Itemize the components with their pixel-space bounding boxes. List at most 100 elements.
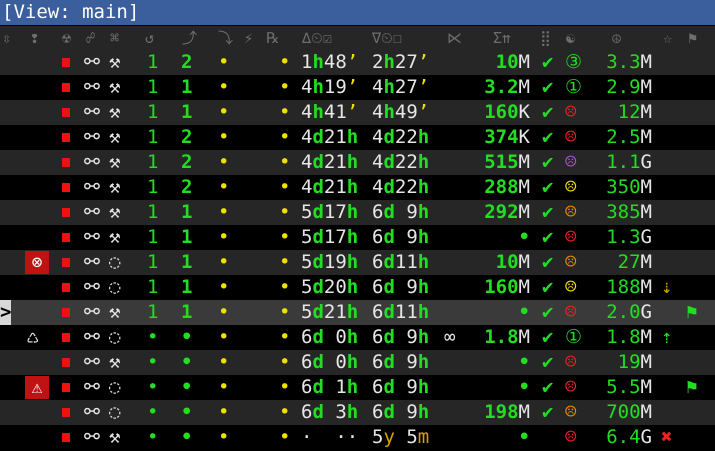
check-icon: ✔ xyxy=(542,76,554,98)
torrent-row[interactable]: ⚯ ◌ 1 1 • • 5d20h 6d 9h 160M ✔ ☹ 188M ⇣ xyxy=(0,275,715,300)
status-face-icon: ☹ xyxy=(565,401,577,423)
status-face-icon: ☹ xyxy=(565,151,577,173)
total-size: 350M xyxy=(606,176,652,198)
time-total: 2h27’ xyxy=(372,51,430,73)
hammer-pick-icon: ⚒ xyxy=(109,201,121,223)
status-face-icon: ☹ xyxy=(565,101,577,123)
header-star-col[interactable]: ☆ xyxy=(663,26,672,50)
header-ratio-col[interactable]: ⋉ xyxy=(447,26,462,50)
time-elapsed: 5d21h xyxy=(301,301,359,323)
header-alert-col[interactable]: ❢ xyxy=(30,26,39,50)
time-elapsed: · ·· xyxy=(301,426,359,448)
header-rx-col[interactable]: ℞ xyxy=(266,26,279,50)
torrent-row[interactable]: ⚯ ⚒ 1 2 • • 1h48’ 2h27’ 10M ✔ ③ 3.3M xyxy=(0,50,715,75)
peers-dot: • xyxy=(218,201,230,223)
stop-indicator-icon xyxy=(62,183,70,192)
torrent-row[interactable]: > ⚯ ⚒ 1 1 • • 5d21h 6d11h • ✔ ☹ 2.0G ⚑ xyxy=(0,300,715,325)
header-power-col[interactable]: ⚡ xyxy=(244,26,253,50)
status-face-icon: ☹ xyxy=(565,226,577,248)
upload-slots: 1 xyxy=(147,226,159,248)
header-time-done-col[interactable]: ∆⏲☑ xyxy=(302,26,332,50)
torrent-row[interactable]: ⚯ ⚒ 1 1 • • 4h19’ 4h27’ 3.2M ✔ ① 2.9M xyxy=(0,75,715,100)
header-radiation-col[interactable]: ☢ xyxy=(62,26,71,50)
header-recheck-col[interactable]: ↺ xyxy=(145,26,154,50)
status-face-icon: ③ xyxy=(565,51,583,73)
seeds-dot: • xyxy=(279,351,291,373)
header-link-col[interactable]: ☍ xyxy=(86,26,95,50)
link-icon: ⚯ xyxy=(84,301,100,323)
time-total: 5y 5m xyxy=(372,426,430,448)
status-face-icon: ☹ xyxy=(565,251,577,273)
hammer-pick-icon: ⚒ xyxy=(109,51,121,73)
header-command-col[interactable]: ⌘ xyxy=(110,26,119,50)
upload-slots: 1 xyxy=(147,51,159,73)
torrent-row[interactable]: ⚯ ⚒ 1 1 • • 4h41’ 4h49’ 160K ✔ ☹ 12M xyxy=(0,100,715,125)
total-size: 1.8M xyxy=(606,326,652,348)
stop-indicator-icon xyxy=(62,133,70,142)
status-face-icon: ☹ xyxy=(565,376,577,398)
status-face-icon: ☹ xyxy=(565,201,577,223)
header-peace-col[interactable]: ☮ xyxy=(612,26,621,50)
header-time-todo-col[interactable]: ∇⏲☐ xyxy=(372,26,402,50)
peers-dot: • xyxy=(218,376,230,398)
torrent-row[interactable]: ⚯ ⚒ 1 2 • • 4d21h 4d22h 374K ✔ ☹ 2.5M xyxy=(0,125,715,150)
status-face-icon: ☹ xyxy=(565,176,577,198)
seeds-dot: • xyxy=(279,426,291,448)
link-icon: ⚯ xyxy=(84,401,100,423)
torrent-row[interactable]: ⚠ ⚯ ◌ • • • • 6d 1h 6d 9h • ✔ ☹ 5.5M ⚑ xyxy=(0,375,715,400)
down-arrow-icon: ⇣ xyxy=(661,276,673,298)
header-balance-col[interactable]: ☯ xyxy=(566,26,575,50)
torrent-row[interactable]: ⚯ ⚒ • • • • 6d 0h 6d 9h • ✔ ☹ 19M xyxy=(0,350,715,375)
check-icon: ✔ xyxy=(542,351,554,373)
torrent-row[interactable]: ⚯ ◌ • • • • 6d 3h 6d 9h 198M ✔ ☹ 700M xyxy=(0,400,715,425)
torrent-row[interactable]: ⚯ ⚒ • • • • · ·· 5y 5m • ☹ 6.4G ✖ xyxy=(0,425,715,450)
torrent-row[interactable]: ⚯ ⚒ 1 2 • • 4d21h 4d22h 515M ✔ ☹ 1.1G xyxy=(0,150,715,175)
header-upload-col[interactable]: ⤴ xyxy=(182,26,197,50)
time-total: 6d 9h xyxy=(372,401,430,423)
infinity-icon: ∞ xyxy=(444,326,456,348)
total-size: 1.3G xyxy=(606,226,652,248)
download-slots: 1 xyxy=(181,76,193,98)
status-face-icon: ☹ xyxy=(565,126,577,148)
header-flag-col[interactable]: ⚑ xyxy=(688,26,697,50)
time-elapsed: 6d 1h xyxy=(301,376,359,398)
transfer-size: 160M xyxy=(484,276,530,298)
link-icon: ⚯ xyxy=(84,176,100,198)
seeds-dot: • xyxy=(279,126,291,148)
peers-dot: • xyxy=(218,176,230,198)
time-elapsed: 4h41’ xyxy=(301,101,359,123)
transfer-size: • xyxy=(518,226,530,248)
header-download-col[interactable]: ⤵ xyxy=(218,26,233,50)
time-elapsed: 4d21h xyxy=(301,126,359,148)
torrent-row[interactable]: ♺ ⚯ ◌ • • • • 6d 0h 6d 9h ∞ 1.8M ✔ ① 1.8M ⇡ xyxy=(0,325,715,350)
upload-slots: 1 xyxy=(147,151,159,173)
time-total: 6d 9h xyxy=(372,226,430,248)
header-pieces-col[interactable]: ⣿ xyxy=(540,26,551,50)
transfer-size: 10M xyxy=(495,51,530,73)
check-icon: ✔ xyxy=(542,126,554,148)
download-slots: • xyxy=(181,376,193,398)
download-slots: • xyxy=(181,401,193,423)
torrent-row[interactable]: ⊗ ⚯ ◌ 1 1 • • 5d19h 6d11h 10M ✔ ☹ 27M xyxy=(0,250,715,275)
torrent-row[interactable]: ⚯ ⚒ 1 2 • • 4d21h 4d22h 288M ✔ ☹ 350M xyxy=(0,175,715,200)
upload-slots: • xyxy=(147,351,159,373)
torrent-row[interactable]: ⚯ ⚒ 1 1 • • 5d17h 6d 9h 292M ✔ ☹ 385M xyxy=(0,200,715,225)
stop-indicator-icon xyxy=(62,158,70,167)
seeds-dot: • xyxy=(279,251,291,273)
status-face-icon: ☹ xyxy=(565,301,577,323)
torrent-row[interactable]: ⚯ ⚒ 1 1 • • 5d17h 6d 9h • ✔ ☹ 1.3G xyxy=(0,225,715,250)
total-size: 2.9M xyxy=(606,76,652,98)
link-icon: ⚯ xyxy=(84,426,100,448)
stop-indicator-icon xyxy=(62,58,70,67)
peers-dot: • xyxy=(218,276,230,298)
time-elapsed: 4d21h xyxy=(301,176,359,198)
transfer-size: 374K xyxy=(484,126,530,148)
peers-dot: • xyxy=(218,426,230,448)
header-sum-col[interactable]: Σ⇈ xyxy=(493,26,511,50)
peers-dot: • xyxy=(218,301,230,323)
header-sort-col[interactable]: ⇳ xyxy=(2,26,11,50)
peers-dot: • xyxy=(218,226,230,248)
time-total: 6d 9h xyxy=(372,351,430,373)
check-icon: ✔ xyxy=(542,251,554,273)
time-total: 6d 9h xyxy=(372,326,430,348)
